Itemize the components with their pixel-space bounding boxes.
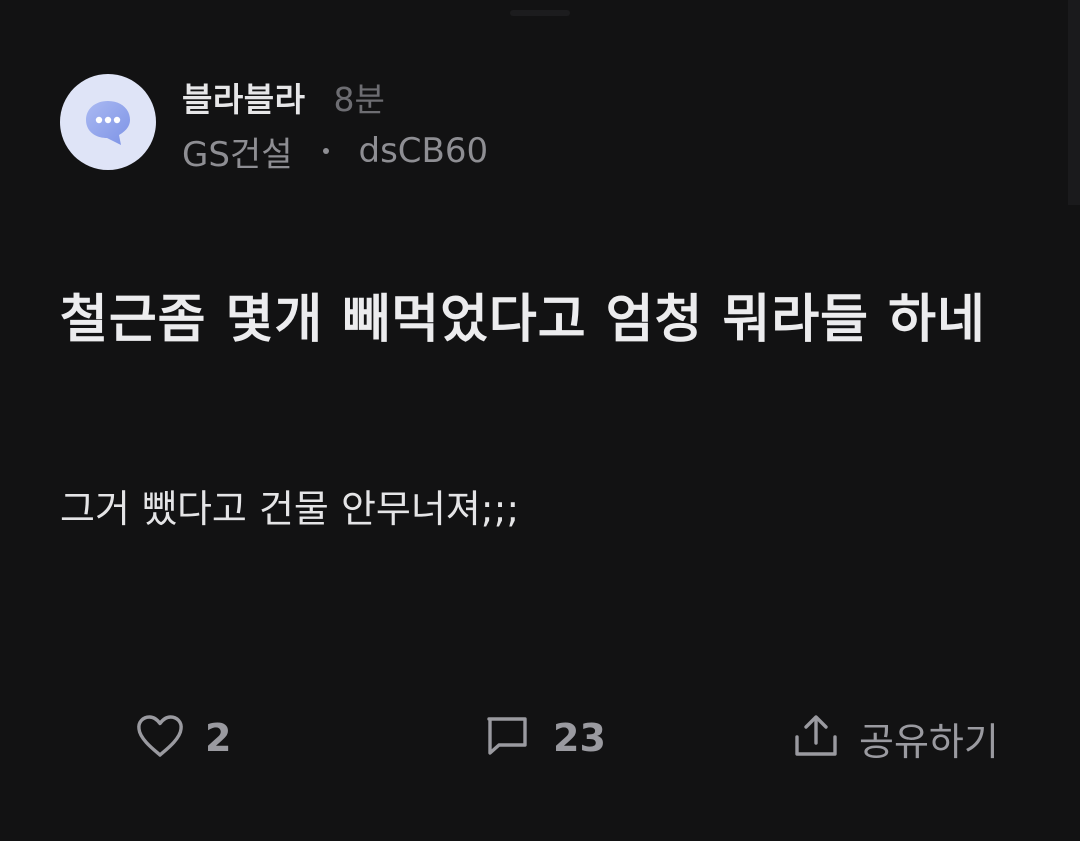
like-count: 2 — [205, 716, 232, 760]
scrollbar[interactable] — [1068, 0, 1080, 205]
post-meta: 블라블라 8분 GS건설 dsCB60 — [182, 73, 489, 175]
post-body: 그거 뺐다고 건물 안무너져;;; — [60, 487, 520, 531]
action-bar: 2 23 공유하기 — [0, 705, 1080, 771]
post-title: 철근좀 몇개 빼먹었다고 엄청 뭐라들 하네 — [60, 290, 986, 350]
comment-icon — [485, 714, 529, 762]
comment-button[interactable]: 23 — [485, 705, 606, 771]
separator-dot — [322, 148, 329, 154]
share-label: 공유하기 — [859, 719, 999, 764]
post-header: 블라블라 8분 GS건설 dsCB60 — [60, 73, 489, 175]
like-button[interactable]: 2 — [135, 705, 231, 771]
user-id: dsCB60 — [358, 131, 489, 171]
heart-icon — [135, 713, 185, 763]
comment-count: 23 — [553, 716, 606, 760]
chat-bubble-icon — [81, 95, 135, 149]
company-name[interactable]: GS건설 — [182, 127, 293, 176]
post-time: 8분 — [333, 80, 385, 119]
author-name[interactable]: 블라블라 — [182, 73, 305, 121]
drag-handle — [510, 10, 570, 16]
avatar[interactable] — [60, 74, 156, 170]
share-button[interactable]: 공유하기 — [793, 705, 999, 771]
share-icon — [793, 713, 839, 763]
